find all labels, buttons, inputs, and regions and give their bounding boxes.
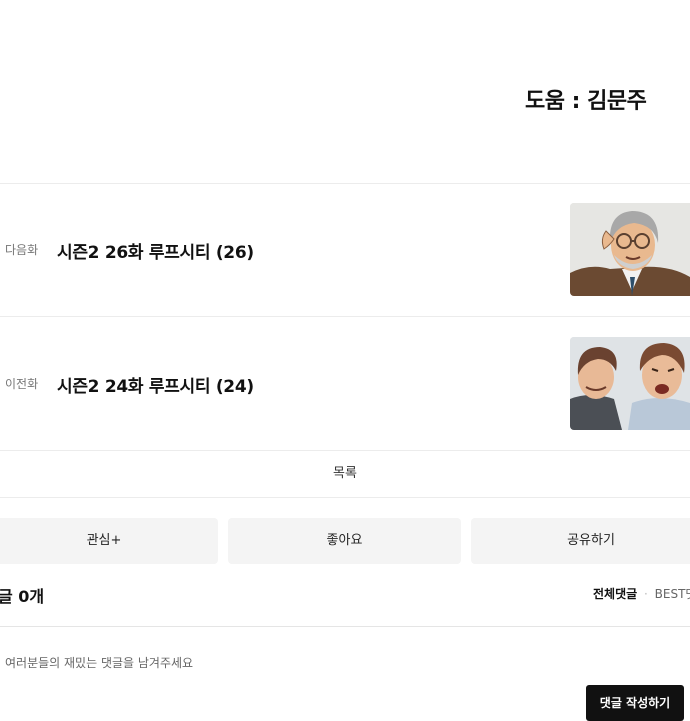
comment-count: 글 0개 [0, 587, 45, 606]
like-button[interactable]: 좋아요 [228, 518, 461, 564]
share-button[interactable]: 공유하기 [471, 518, 690, 564]
divider [0, 497, 690, 498]
comment-placeholder: 여러분들의 재밌는 댓글을 남겨주세요 [5, 656, 194, 670]
sort-best-comments-tab[interactable]: BEST댓 [655, 587, 690, 601]
next-episode-thumbnail [570, 203, 690, 296]
separator-dot: · [644, 587, 648, 601]
next-episode-label: 다음화 [5, 243, 39, 257]
sort-all-comments-tab[interactable]: 전체댓글 [593, 587, 637, 601]
submit-comment-button[interactable]: 댓글 작성하기 [586, 685, 684, 721]
next-episode-title: 시즌2 26화 루프시티 (26) [57, 243, 254, 263]
comment-input-area[interactable]: 여러분들의 재밌는 댓글을 남겨주세요 댓글 작성하기 [0, 626, 690, 721]
next-episode-link[interactable]: 다음화 시즌2 26화 루프시티 (26) [0, 183, 690, 316]
previous-episode-thumbnail [570, 337, 690, 430]
list-button[interactable]: 목록 [0, 451, 690, 497]
comment-sort-tabs: 전체댓글 · BEST댓 [593, 585, 690, 602]
credit-text: 도움 : 김문주 [525, 89, 647, 114]
favorite-button[interactable]: 관심+ [0, 518, 218, 564]
previous-episode-label: 이전화 [5, 377, 39, 391]
previous-episode-link[interactable]: 이전화 시즌2 24화 루프시티 (24) [0, 317, 690, 450]
previous-episode-title: 시즌2 24화 루프시티 (24) [57, 377, 254, 397]
